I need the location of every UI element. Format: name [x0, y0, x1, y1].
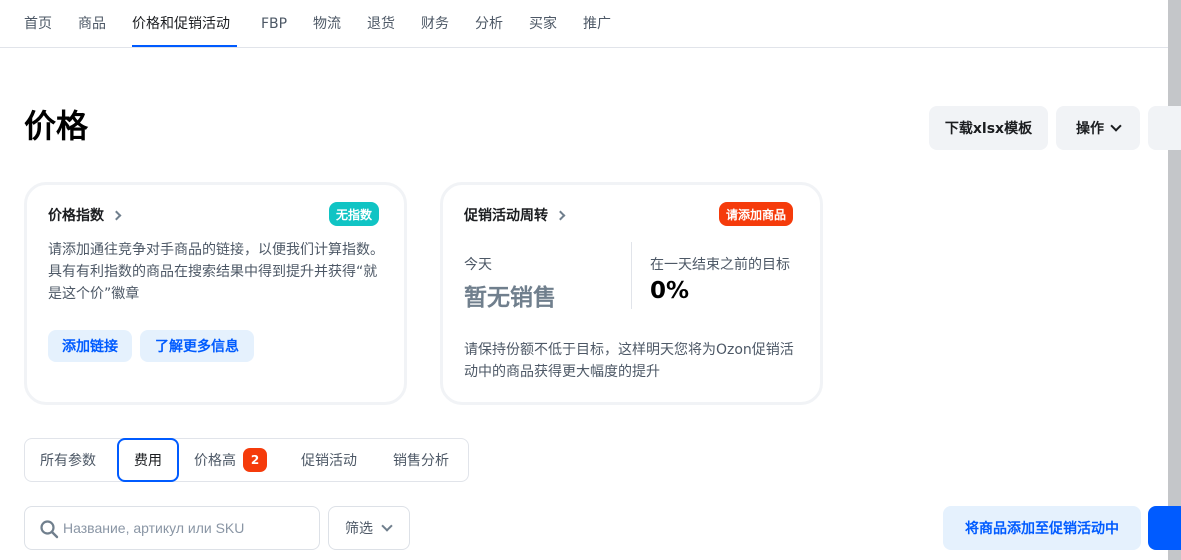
tab-sales-analytics[interactable]: 销售分析 — [393, 439, 449, 481]
actions-label: 操作 — [1076, 121, 1104, 137]
nav-tab-finance[interactable]: 财务 — [421, 14, 449, 34]
download-template-button[interactable]: 下载xlsx模板 — [929, 106, 1048, 150]
nav-tab-logistics[interactable]: 物流 — [313, 14, 341, 34]
chevron-right-icon — [555, 210, 566, 220]
promo-turnover-title-link[interactable]: 促销活动周转 — [464, 205, 566, 225]
chevron-down-icon — [381, 520, 393, 532]
nav-tab-buyers[interactable]: 买家 — [529, 14, 557, 34]
promo-turnover-description: 请保持份额不低于目标，这样明天您将为Ozon促销活动中的商品获得更大幅度的提升 — [464, 342, 794, 380]
add-to-promo-button[interactable]: 将商品添加至促销活动中 — [943, 506, 1141, 550]
promo-turnover-title: 促销活动周转 — [464, 208, 548, 224]
tab-fees[interactable]: 费用 — [117, 438, 179, 482]
filter-label: 筛选 — [345, 521, 373, 537]
nav-tab-products[interactable]: 商品 — [78, 14, 106, 34]
price-index-title-link[interactable]: 价格指数 — [48, 205, 122, 225]
target-value: 0% — [650, 278, 690, 304]
count-badge: 2 — [243, 448, 267, 472]
top-nav: 首页 商品 价格和促销活动 FBP 物流 退货 财务 分析 买家 推广 — [0, 0, 1168, 48]
nav-tab-analytics[interactable]: 分析 — [475, 14, 503, 34]
promo-turnover-card: 促销活动周转 请添加商品 今天 暂无销售 在一天结束之前的目标 0% 请保持份额… — [440, 182, 823, 405]
price-index-description: 请添加通往竞争对手商品的链接，以便我们计算指数。具有有利指数的商品在搜索结果中得… — [48, 242, 384, 302]
tab-price-high[interactable]: 价格高 2 — [194, 439, 267, 481]
chevron-down-icon — [1110, 120, 1122, 132]
actions-dropdown-button[interactable]: 操作 — [1056, 106, 1140, 150]
search-box — [24, 506, 320, 550]
search-icon — [40, 520, 59, 539]
stat-divider — [631, 242, 632, 309]
tab-promotions[interactable]: 促销活动 — [301, 439, 357, 481]
active-tab-indicator — [132, 45, 237, 47]
tab-all-params[interactable]: 所有参数 — [40, 439, 96, 481]
price-index-title: 价格指数 — [48, 208, 104, 224]
nav-tab-returns[interactable]: 退货 — [367, 14, 395, 34]
chevron-right-icon — [111, 210, 122, 220]
today-label: 今天 — [464, 257, 492, 273]
search-input[interactable] — [63, 507, 313, 549]
filter-tabs: 所有参数 费用 价格高 2 促销活动 销售分析 — [24, 438, 469, 482]
tab-price-high-label: 价格高 — [194, 453, 236, 469]
nav-tab-promotion[interactable]: 推广 — [583, 14, 611, 34]
learn-more-button[interactable]: 了解更多信息 — [140, 330, 254, 362]
add-products-badge: 请添加商品 — [719, 202, 794, 226]
nav-tab-fbp[interactable]: FBP — [261, 14, 287, 34]
vertical-scrollbar[interactable] — [1168, 0, 1181, 560]
add-link-button[interactable]: 添加链接 — [48, 330, 132, 362]
more-header-button[interactable] — [1148, 106, 1181, 150]
filter-dropdown-button[interactable]: 筛选 — [328, 506, 410, 550]
page-title: 价格 — [24, 107, 89, 145]
price-index-card: 价格指数 无指数 请添加通往竞争对手商品的链接，以便我们计算指数。具有有利指数的… — [24, 182, 407, 405]
nav-tab-prices-promotions[interactable]: 价格和促销活动 — [132, 14, 230, 34]
nav-tab-home[interactable]: 首页 — [24, 14, 52, 34]
no-index-badge: 无指数 — [329, 202, 380, 226]
today-value: 暂无销售 — [464, 285, 556, 311]
primary-action-button[interactable] — [1148, 506, 1181, 550]
download-template-label: 下载xlsx模板 — [944, 121, 1033, 137]
target-label: 在一天结束之前的目标 — [650, 257, 790, 273]
